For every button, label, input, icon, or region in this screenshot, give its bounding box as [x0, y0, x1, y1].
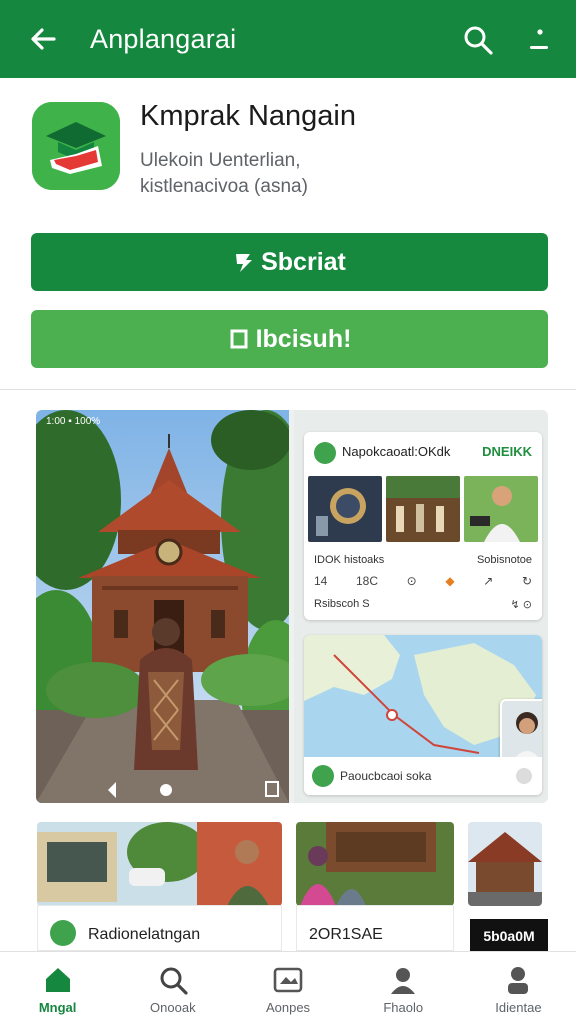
temple-photo: 1:00 ▪ 100% — [36, 410, 289, 803]
person-icon — [391, 968, 416, 994]
preview-status-bar: 1:00 ▪ 100% — [46, 416, 101, 427]
feed-stat: ⊙ — [406, 574, 417, 588]
video-pip — [500, 699, 542, 763]
nav-label: Mngal — [38, 1000, 77, 1015]
app-bar-title: Anplangarai — [90, 24, 237, 54]
map-card-footer: Paoucbcaoi soka — [304, 757, 542, 795]
gallery-thumbnail[interactable] — [296, 822, 454, 906]
secondary-button-label: Ibcisuh! — [255, 324, 352, 353]
gallery-info-label: 2OR1SAE — [309, 926, 383, 943]
gallery-info-label: Radionelatngan — [88, 926, 201, 943]
app-name: Kmprak Nangain — [140, 100, 356, 132]
feed-tag-icon: ◆ — [445, 574, 455, 588]
home-icon — [45, 968, 70, 992]
gallery-info-card[interactable]: Radionelatngan — [37, 905, 282, 951]
app-developer: Ulekoin Uenterlian, — [140, 150, 301, 171]
feed-footer-right: ↯ ⊙ — [510, 599, 533, 611]
feed-stats-row: 14 18C ⊙ ◆ ↗ ↻ — [314, 574, 532, 588]
map-card-label: Paoucbcaoi soka — [340, 769, 432, 783]
feed-avatar-icon — [314, 442, 336, 464]
install-glyph-icon — [236, 254, 253, 272]
nav-item-search[interactable]: Onooak — [115, 952, 230, 1024]
feed-card-action: DNEIKK — [482, 444, 532, 459]
gallery-info-card[interactable]: 2OR1SAE — [296, 905, 454, 951]
more-vert-icon[interactable] — [524, 24, 554, 56]
feed-thumbnail — [386, 476, 460, 542]
app-category: kistlenacivoa (asna) — [140, 176, 308, 197]
search-icon[interactable] — [462, 24, 494, 56]
bottom-navigation: Mngal Onooak Aonpes Fhaolo Idientae — [0, 951, 576, 1024]
install-button-label: Sbcriat — [261, 247, 346, 276]
nav-item-people[interactable]: Fhaolo — [346, 952, 461, 1024]
preview-feed-card: Napokcaoatl:OKdk DNEIKK IDOK histoaks So… — [304, 432, 542, 620]
nav-label: Fhaolo — [383, 1000, 424, 1015]
secondary-button[interactable]: Ibcisuh! — [31, 310, 548, 368]
top-app-bar: Anplangarai — [0, 0, 576, 78]
preview-map-card: Paoucbcaoi soka — [304, 635, 542, 795]
screenshot-preview[interactable]: 1:00 ▪ 100% Napokcaoatl:OKdk DNEIKK IDOK… — [36, 410, 548, 803]
feed-stat: ↗ — [483, 574, 494, 588]
nav-item-home[interactable]: Mngal — [0, 952, 115, 1024]
gallery-thumbnail[interactable] — [37, 822, 282, 906]
install-button[interactable]: Sbcriat — [31, 233, 548, 291]
search-icon — [160, 967, 188, 995]
map-avatar-icon — [312, 765, 334, 787]
feed-meta-right: Sobisnotoe — [476, 554, 532, 566]
secondary-glyph-icon — [230, 329, 248, 349]
arrow-left-icon[interactable] — [26, 22, 60, 56]
nav-item-account[interactable]: Idientae — [461, 952, 576, 1024]
nav-label: Idientae — [495, 1000, 542, 1015]
feed-stat: 18C — [356, 574, 379, 588]
feed-stat: 14 — [314, 574, 328, 588]
account-icon — [508, 967, 529, 994]
gallery-badge[interactable]: 5b0a0M — [470, 919, 548, 953]
nav-label: Aonpes — [265, 1000, 311, 1015]
feed-meta-left: IDOK histoaks — [314, 554, 385, 566]
apps-icon — [273, 967, 303, 993]
feed-card-title: Napokcaoatl:OKdk — [342, 444, 451, 459]
nav-label: Onooak — [150, 1000, 196, 1015]
nav-item-apps[interactable]: Aonpes — [230, 952, 345, 1024]
feed-thumbnail — [464, 476, 538, 542]
app-logo-icon — [32, 102, 120, 190]
close-icon[interactable] — [516, 768, 532, 784]
feed-footer-left: Rsibscoh S — [314, 598, 370, 610]
feed-thumbnail — [308, 476, 382, 542]
gallery-avatar-icon — [50, 920, 76, 946]
gallery-thumbnail[interactable] — [468, 822, 542, 906]
divider — [0, 389, 576, 390]
feed-stat: ↻ — [521, 574, 532, 588]
preview-app-panel: Napokcaoatl:OKdk DNEIKK IDOK histoaks So… — [294, 410, 548, 803]
